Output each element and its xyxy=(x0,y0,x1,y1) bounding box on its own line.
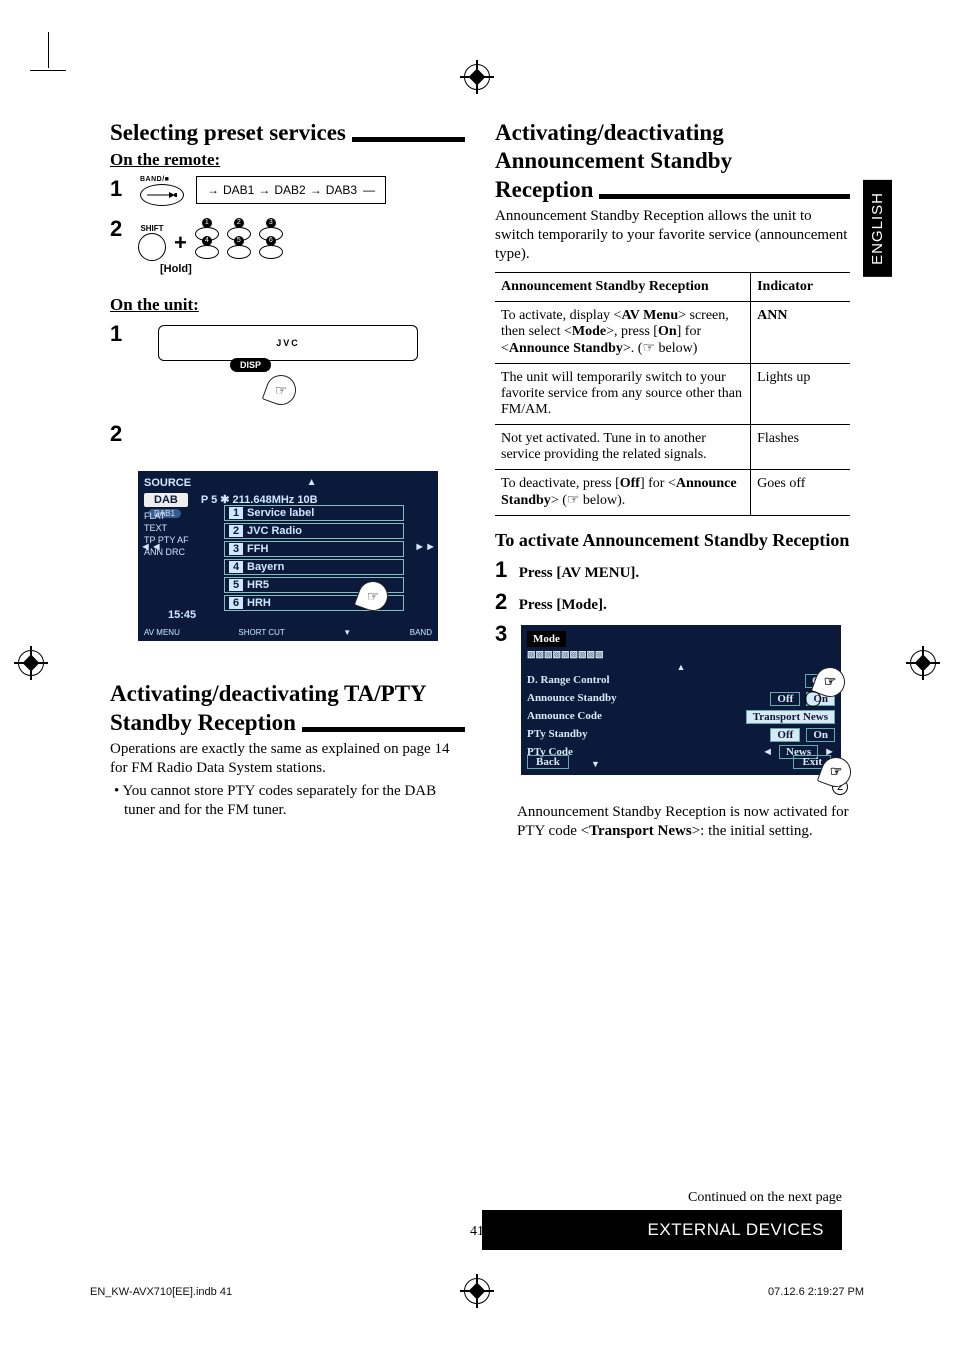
step-number: 1 xyxy=(110,321,130,347)
crop-mark xyxy=(30,70,66,71)
body-text: Announcement Standby Reception is now ac… xyxy=(517,803,850,841)
list-item: 3FFH xyxy=(224,541,404,557)
table-row: Not yet activated. Tune in to another se… xyxy=(495,424,850,469)
subhead-on-remote: On the remote: xyxy=(110,150,465,170)
table-header: Announcement Standby Reception xyxy=(495,272,751,301)
registration-mark-left xyxy=(18,650,44,676)
band-button-graphic: BAND/■ xyxy=(140,176,186,206)
step-number: 2 xyxy=(110,216,130,242)
step-number: 1 xyxy=(495,557,515,583)
page-number: 41 xyxy=(470,1224,484,1240)
step-number: 1 xyxy=(110,176,130,202)
heading-announcement-b: Announcement Standby xyxy=(495,148,850,174)
body-text: Operations are exactly the same as expla… xyxy=(110,740,465,778)
registration-mark-bottom xyxy=(464,1278,490,1304)
shift-plus-presets: SHIFT + 1 2 3 4 5 6 [Hold] xyxy=(138,216,285,275)
table-row: The unit will temporarily switch to your… xyxy=(495,363,850,424)
pointing-hand-icon xyxy=(817,753,855,791)
unit-lcd-screenshot: SOURCE ▲ DAB P 5 ✱ 211.648MHz 10B DAB1 1… xyxy=(138,471,438,641)
crop-mark xyxy=(48,32,49,68)
bullet-text: • You cannot store PTY codes separately … xyxy=(110,782,465,820)
list-item: 2JVC Radio xyxy=(224,523,404,539)
announcement-table: Announcement Standby Reception Indicator… xyxy=(495,272,850,516)
list-item: 1Service label xyxy=(224,505,404,521)
table-header: Indicator xyxy=(751,272,850,301)
mode-menu-screenshot: Mode ▧▧▧▧▧▧▧▧▧ ▲ D. Range ControlOff Ann… xyxy=(521,625,841,775)
step-text: Press [Mode]. xyxy=(519,597,607,613)
step-number: 3 xyxy=(495,621,515,647)
print-footer-left: EN_KW-AVX710[EE].indb 41 xyxy=(90,1286,232,1298)
language-tab: ENGLISH xyxy=(863,180,892,277)
heading-selecting-preset: Selecting preset services xyxy=(110,120,465,146)
step-text: Press [AV MENU]. xyxy=(519,565,639,581)
table-row: To deactivate, press [Off] for <Announce… xyxy=(495,469,850,515)
display-callout: DISP xyxy=(230,355,296,405)
heading-announcement-a: Activating/deactivating xyxy=(495,120,850,146)
subhead-activate: To activate Announcement Standby Recepti… xyxy=(495,530,850,552)
section-band: EXTERNAL DEVICES xyxy=(482,1210,842,1250)
print-footer-right: 07.12.6 2:19:27 PM xyxy=(768,1286,864,1298)
callout-1: 1 xyxy=(805,691,821,707)
heading-tapty-line2: Standby Reception xyxy=(110,710,465,736)
continued-label: Continued on the next page xyxy=(482,1190,842,1206)
heading-announcement-c: Reception xyxy=(495,177,850,203)
pointing-hand-icon xyxy=(354,577,392,615)
registration-mark-right xyxy=(910,650,936,676)
step-number: 2 xyxy=(495,589,515,615)
plus-icon: + xyxy=(174,230,187,256)
hold-label: [Hold] xyxy=(160,263,285,275)
body-text: Announcement Standby Reception allows th… xyxy=(495,207,850,263)
dab-cycle-box: →DAB1 →DAB2 →DAB3 — xyxy=(196,176,386,204)
table-row: To activate, display <AV Menu> screen, t… xyxy=(495,301,850,363)
pointing-hand-icon xyxy=(262,371,300,409)
step-number: 2 xyxy=(110,421,130,447)
heading-tapty: Activating/deactivating TA/PTY xyxy=(110,681,465,707)
list-item: 4Bayern xyxy=(224,559,404,575)
registration-mark-top xyxy=(464,64,490,90)
subhead-on-unit: On the unit: xyxy=(110,295,465,315)
